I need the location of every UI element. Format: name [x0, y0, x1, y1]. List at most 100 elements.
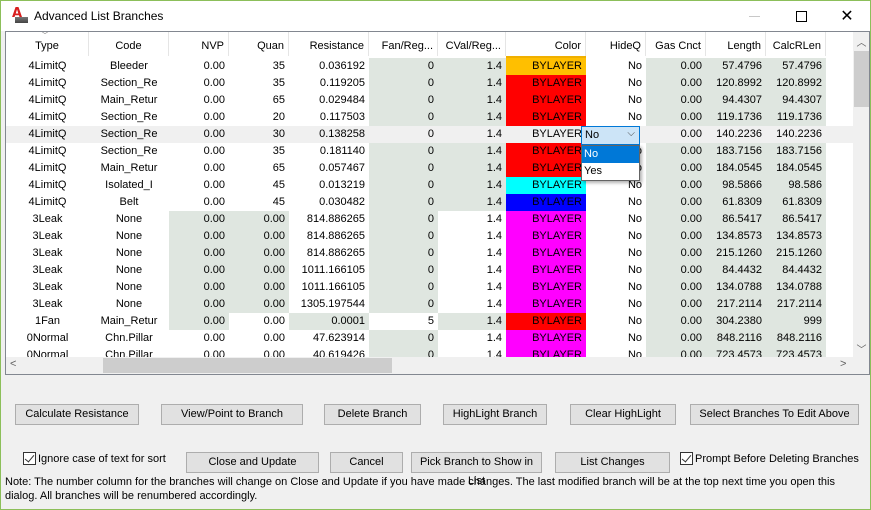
table-row[interactable]: 3Leak None 0.00 0.00 1011.166105 0 1.4 BYLAYER N…	[6, 279, 853, 296]
ignore-case-checkbox[interactable]: Ignore case of text for sort	[23, 452, 166, 465]
cell-hideq[interactable]: No	[586, 330, 646, 347]
cell-code[interactable]: None	[89, 228, 169, 245]
column-header-quan[interactable]: Quan	[229, 32, 289, 56]
cell-type[interactable]: 4LimitQ	[6, 109, 89, 126]
cell-hideq[interactable]: No	[586, 92, 646, 109]
cell-c[interactable]	[826, 143, 853, 160]
cell-resistance[interactable]: 1305.197544	[289, 296, 369, 313]
cell-resistance[interactable]: 814.886265	[289, 211, 369, 228]
cell-gas[interactable]: 0.00	[646, 160, 706, 177]
cell-type[interactable]: 3Leak	[6, 296, 89, 313]
cell-color[interactable]: BYLAYER	[506, 330, 586, 347]
cell-fan[interactable]: 0	[369, 279, 438, 296]
cell-type[interactable]: 4LimitQ	[6, 160, 89, 177]
cell-type[interactable]: 4LimitQ	[6, 194, 89, 211]
cell-gas[interactable]: 0.00	[646, 92, 706, 109]
list-changes-button[interactable]: List Changes	[555, 452, 670, 473]
scroll-down-icon[interactable]: ﹀	[853, 341, 869, 356]
cell-gas[interactable]: 0.00	[646, 143, 706, 160]
cell-color[interactable]: BYLAYER	[506, 109, 586, 126]
table-row[interactable]: 3Leak None 0.00 0.00 814.886265 0 1.4 BYLAYER No…	[6, 211, 853, 228]
cell-cval[interactable]: 1.4	[438, 75, 506, 92]
cell-fan[interactable]: 0	[369, 347, 438, 357]
cell-cval[interactable]: 1.4	[438, 313, 506, 330]
cell-resistance[interactable]: 40.619426	[289, 347, 369, 357]
cell-calcrlen[interactable]: 184.0545	[766, 160, 826, 177]
cell-fan[interactable]: 0	[369, 330, 438, 347]
cell-code[interactable]: Section_Re	[89, 75, 169, 92]
cell-quan[interactable]: 0.00	[229, 313, 289, 330]
cell-code[interactable]: Section_Re	[89, 109, 169, 126]
cell-hideq[interactable]: No	[586, 75, 646, 92]
cell-cval[interactable]: 1.4	[438, 296, 506, 313]
cell-c[interactable]	[826, 177, 853, 194]
cell-gas[interactable]: 0.00	[646, 347, 706, 357]
cell-resistance[interactable]: 0.0001	[289, 313, 369, 330]
cell-c[interactable]	[826, 262, 853, 279]
cell-resistance[interactable]: 0.057467	[289, 160, 369, 177]
scroll-up-icon[interactable]: ︿	[853, 34, 869, 49]
cell-fan[interactable]: 0	[369, 194, 438, 211]
cell-calcrlen[interactable]: 217.2114	[766, 296, 826, 313]
scroll-right-icon[interactable]: >	[840, 358, 846, 370]
cell-length[interactable]: 184.0545	[706, 160, 766, 177]
cell-length[interactable]: 57.4796	[706, 58, 766, 75]
cell-length[interactable]: 723.4573	[706, 347, 766, 357]
cell-code[interactable]: Bleeder	[89, 58, 169, 75]
cell-type[interactable]: 4LimitQ	[6, 177, 89, 194]
cell-c[interactable]	[826, 92, 853, 109]
cell-quan[interactable]: 45	[229, 194, 289, 211]
cell-c[interactable]	[826, 296, 853, 313]
cell-code[interactable]: Chn.Pillar	[89, 330, 169, 347]
pick-branch-to-show-button[interactable]: Pick Branch to Show in List	[411, 452, 542, 487]
cell-hideq[interactable]: No	[586, 245, 646, 262]
cell-code[interactable]: None	[89, 245, 169, 262]
cell-nvp[interactable]: 0.00	[169, 160, 229, 177]
cell-quan[interactable]: 0.00	[229, 211, 289, 228]
cell-quan[interactable]: 0.00	[229, 245, 289, 262]
cell-quan[interactable]: 45	[229, 177, 289, 194]
cell-code[interactable]: None	[89, 279, 169, 296]
column-header-color[interactable]: Color	[506, 32, 586, 56]
cell-nvp[interactable]: 0.00	[169, 296, 229, 313]
cell-gas[interactable]: 0.00	[646, 58, 706, 75]
cell-resistance[interactable]: 1011.166105	[289, 279, 369, 296]
cell-cval[interactable]: 1.4	[438, 160, 506, 177]
cell-quan[interactable]: 35	[229, 58, 289, 75]
table-row[interactable]: 4LimitQ Section_Re 0.00 30 0.138258 0 1.4 BYLAY…	[6, 126, 853, 143]
cell-color[interactable]: BYLAYER	[506, 296, 586, 313]
branch-grid[interactable]: Type Code NVP Quan Resistance Fan/Reg... CVal/…	[5, 31, 870, 375]
cell-gas[interactable]: 0.00	[646, 330, 706, 347]
cell-type[interactable]: 4LimitQ	[6, 75, 89, 92]
cell-fan[interactable]: 0	[369, 245, 438, 262]
vertical-scroll-thumb[interactable]	[854, 51, 869, 107]
cell-fan[interactable]: 0	[369, 58, 438, 75]
cell-type[interactable]: 3Leak	[6, 279, 89, 296]
cell-quan[interactable]: 20	[229, 109, 289, 126]
checkbox-checked-icon[interactable]	[23, 452, 36, 465]
table-row[interactable]: 4LimitQ Section_Re 0.00 35 0.119205 0 1.4 BYLAY…	[6, 75, 853, 92]
cell-fan[interactable]: 0	[369, 160, 438, 177]
cell-c[interactable]	[826, 194, 853, 211]
table-row[interactable]: 4LimitQ Section_Re 0.00 35 0.181140 0 1.4 BYLAY…	[6, 143, 853, 160]
cell-hideq[interactable]: No	[586, 228, 646, 245]
cell-length[interactable]: 120.8992	[706, 75, 766, 92]
cell-length[interactable]: 217.2114	[706, 296, 766, 313]
cell-nvp[interactable]: 0.00	[169, 194, 229, 211]
column-header-hideq[interactable]: HideQ	[586, 32, 646, 56]
cell-calcrlen[interactable]: 84.4432	[766, 262, 826, 279]
cell-gas[interactable]: 0.00	[646, 279, 706, 296]
cell-type[interactable]: 0Normal	[6, 347, 89, 357]
table-row[interactable]: 4LimitQ Main_Retur 0.00 65 0.057467 0 1.4 BYLAY…	[6, 160, 853, 177]
minimize-button[interactable]	[731, 1, 777, 31]
cell-calcrlen[interactable]: 134.0788	[766, 279, 826, 296]
cell-fan[interactable]: 0	[369, 177, 438, 194]
cell-color[interactable]: BYLAYER	[506, 245, 586, 262]
cell-length[interactable]: 119.1736	[706, 109, 766, 126]
highlight-branch-button[interactable]: HighLight Branch	[443, 404, 547, 425]
table-row[interactable]: 3Leak None 0.00 0.00 814.886265 0 1.4 BYLAYER No…	[6, 245, 853, 262]
cell-fan[interactable]: 0	[369, 262, 438, 279]
cell-hideq[interactable]: No	[586, 109, 646, 126]
cell-length[interactable]: 86.5417	[706, 211, 766, 228]
cell-length[interactable]: 304.2380	[706, 313, 766, 330]
